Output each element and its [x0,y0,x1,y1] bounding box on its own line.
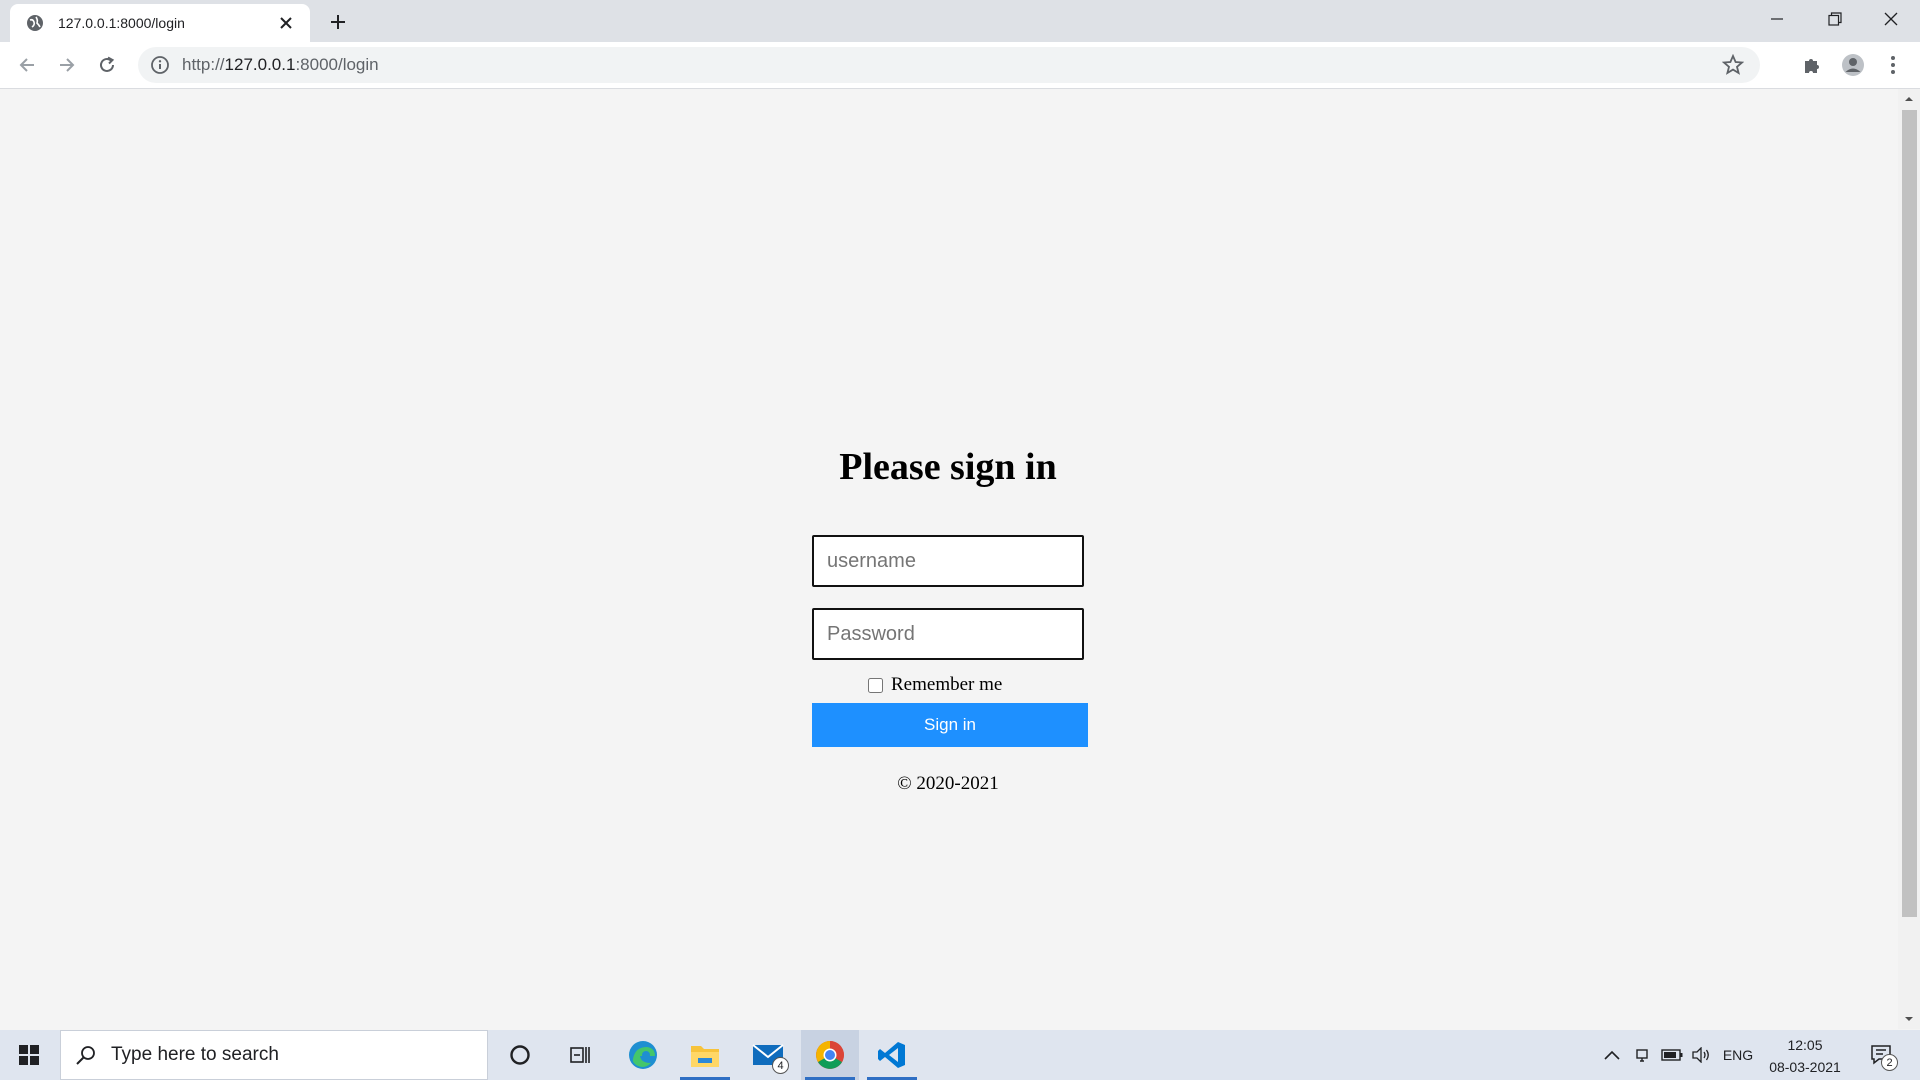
restore-button[interactable] [1806,0,1864,38]
chevron-up-icon [1604,1050,1620,1060]
info-icon[interactable] [150,55,170,75]
sign-in-button[interactable]: Sign in [812,703,1088,747]
chrome-icon [816,1041,844,1069]
puzzle-icon [1805,59,1819,73]
cortana-circle-icon [510,1045,530,1065]
language-indicator[interactable]: ENG [1718,1030,1758,1080]
battery-icon [1661,1049,1683,1061]
vscode-icon [878,1042,905,1068]
back-arrow-icon [19,58,34,72]
folder-icon [691,1046,719,1067]
task-view-icon [570,1047,590,1063]
avatar-icon [1842,54,1864,76]
vscode-app[interactable] [863,1030,921,1080]
task-view-button[interactable] [551,1030,609,1080]
taskbar: Type here to search 4 ENG 12:05 08-03-20… [0,1030,1920,1080]
remember-me-label: Remember me [891,674,1003,695]
more-vertical-icon [1891,56,1895,74]
speaker-icon [1692,1047,1709,1063]
remember-me-row[interactable]: Remember me [868,674,1002,696]
edge-icon [629,1041,657,1069]
clock[interactable]: 12:05 08-03-2021 [1760,1034,1850,1078]
scrollbar-thumb[interactable] [1902,110,1917,917]
file-explorer-app[interactable] [676,1030,734,1080]
notification-badge: 2 [1881,1054,1898,1071]
tab-title: 127.0.0.1:8000/login [58,15,185,31]
plus-icon [331,15,345,29]
forward-button[interactable] [52,50,82,80]
close-window-button[interactable] [1862,0,1920,38]
clock-date: 08-03-2021 [1769,1059,1841,1075]
tab-close-icon[interactable] [276,13,296,33]
minimize-button[interactable] [1748,0,1806,38]
device-icon [1636,1049,1648,1062]
remember-me-checkbox[interactable] [868,677,883,693]
taskbar-search[interactable]: Type here to search [60,1030,488,1080]
show-hidden-icons-button[interactable] [1600,1030,1624,1080]
url-scheme: http:// [182,55,225,74]
windows-logo-icon [19,1045,39,1065]
mail-badge: 4 [772,1057,789,1074]
browser-toolbar: http://127.0.0.1:8000/login [0,42,1920,89]
notification-center-button[interactable]: 2 [1862,1030,1902,1080]
cortana-button[interactable] [491,1030,549,1080]
minimize-icon [1771,18,1783,20]
forward-arrow-icon [60,58,75,72]
url-path: :8000/login [295,55,379,74]
clock-time: 12:05 [1787,1037,1823,1053]
bookmark-star-icon[interactable] [1722,54,1744,76]
profile-button[interactable] [1840,52,1866,78]
browser-tab-strip: 127.0.0.1:8000/login [0,0,1920,42]
address-url[interactable]: http://127.0.0.1:8000/login [182,55,1722,75]
battery-button[interactable] [1659,1030,1685,1080]
search-icon [76,1046,95,1065]
extensions-button[interactable] [1799,52,1825,78]
new-tab-button[interactable] [326,10,350,34]
tray-device-button[interactable] [1630,1030,1654,1080]
edge-app[interactable] [614,1030,672,1080]
taskbar-search-placeholder: Type here to search [111,1044,279,1065]
url-host: 127.0.0.1 [224,55,296,74]
copyright-text: © 2020-2021 [897,773,999,794]
scroll-up-arrow-icon[interactable] [1904,94,1914,104]
chrome-app[interactable] [801,1030,859,1080]
volume-button[interactable] [1689,1030,1713,1080]
start-button[interactable] [0,1030,58,1080]
mail-app[interactable]: 4 [739,1030,797,1080]
browser-tab[interactable]: 127.0.0.1:8000/login [10,4,310,42]
address-bar[interactable]: http://127.0.0.1:8000/login [138,47,1760,83]
globe-icon [27,15,43,31]
username-input[interactable] [812,535,1084,587]
back-button[interactable] [12,50,42,80]
reload-button[interactable] [92,50,122,80]
restore-icon [1828,12,1842,26]
reload-icon [100,56,115,72]
page-title: Please sign in [839,446,1057,488]
close-icon [1884,12,1898,26]
menu-button[interactable] [1880,52,1906,78]
scroll-down-arrow-icon[interactable] [1904,1014,1914,1024]
password-input[interactable] [812,608,1084,660]
